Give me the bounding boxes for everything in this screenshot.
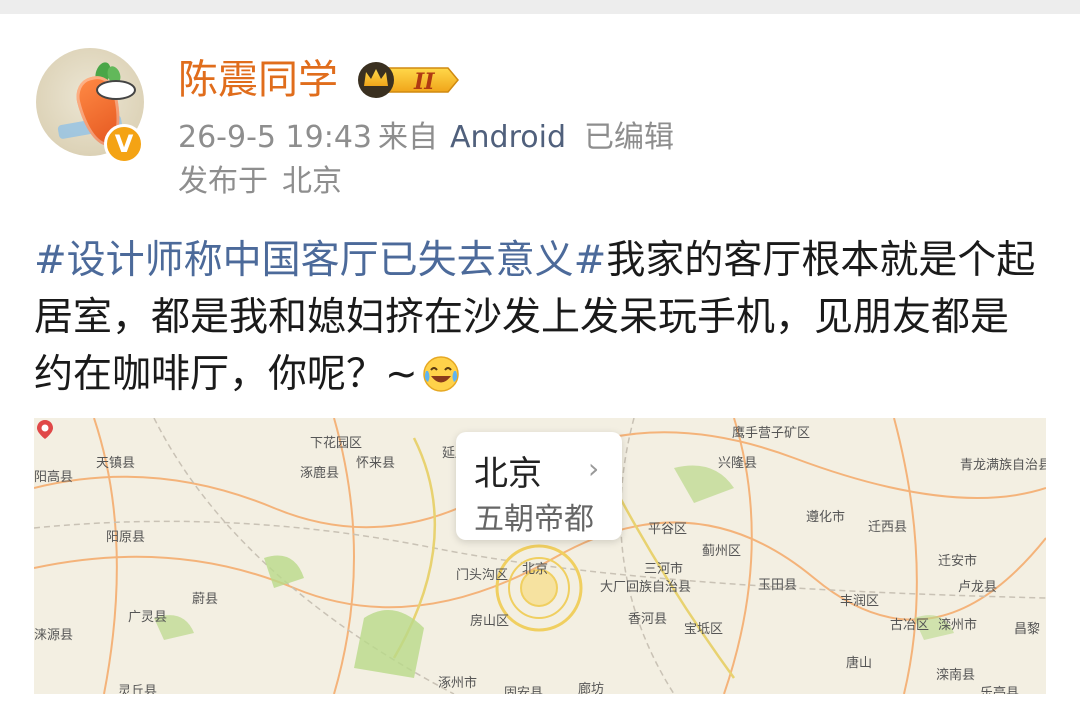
- location-card-title: 北京: [474, 454, 542, 494]
- hashtag-link[interactable]: #设计师称中国客厅已失去意义#: [34, 238, 606, 283]
- map-place: 丰润区: [840, 594, 880, 609]
- map-place: 大厂回族自治县: [600, 580, 692, 595]
- map-place: 香河县: [628, 612, 668, 627]
- location-prefix: 发布于: [178, 164, 268, 199]
- map-place: 滦州市: [938, 618, 978, 633]
- post-location: 北京: [282, 164, 342, 199]
- username[interactable]: 陈震同学: [178, 52, 338, 108]
- map-place: 迁西县: [868, 520, 908, 535]
- map-place: 平谷区: [648, 522, 688, 537]
- map-place: 鹰手营子矿区: [732, 426, 811, 441]
- location-map[interactable]: 阳高县 天镇县 下花园区 怀来县 涿鹿县 延庆 兴隆县 鹰手营子矿区 青龙满族自…: [34, 418, 1046, 694]
- map-place: 北京: [522, 562, 549, 577]
- map-place: 三河市: [644, 562, 684, 577]
- location-card-subtitle: 五朝帝都: [474, 502, 594, 537]
- map-place: 滦南县: [936, 668, 976, 683]
- map-place: 蔚县: [192, 592, 219, 607]
- map-place: 青龙满族自治县: [960, 458, 1046, 473]
- map-place: 涞源县: [34, 628, 74, 643]
- map-place: 灵丘县: [118, 684, 158, 694]
- map-place: 廊坊: [578, 682, 605, 694]
- map-place: 唐山: [846, 656, 873, 671]
- map-place: 广灵县: [128, 610, 168, 625]
- map-pin-icon: [37, 420, 53, 439]
- map-place: 涿鹿县: [300, 466, 340, 481]
- map-place: 迁安市: [938, 554, 978, 569]
- map-place: 乐亭县: [980, 686, 1020, 694]
- crown-member-icon[interactable]: II: [356, 60, 460, 100]
- verified-v-icon: V: [104, 124, 144, 164]
- map-place: 昌黎: [1014, 622, 1041, 637]
- member-level-label: II: [413, 69, 435, 95]
- map-place: 遵化市: [806, 510, 846, 525]
- chevron-right-icon: ›: [588, 452, 600, 485]
- laughing-tears-emoji: [422, 356, 459, 392]
- map-place: 阳原县: [106, 530, 146, 545]
- map-place: 怀来县: [356, 456, 396, 471]
- post-timestamp: 26-9-5 19:43: [178, 120, 372, 155]
- map-place: 房山区: [470, 614, 510, 629]
- post-source-label: 来自: [378, 120, 438, 155]
- map-place: 蓟州区: [702, 544, 742, 559]
- map-place: 门头沟区: [456, 568, 509, 583]
- map-place: 固安县: [504, 686, 544, 694]
- map-place: 天镇县: [96, 456, 136, 471]
- status-strip: [0, 0, 1080, 14]
- map-place: 下花园区: [310, 436, 363, 451]
- map-place: 卢龙县: [958, 580, 998, 595]
- post-body: #设计师称中国客厅已失去意义#我家的客厅根本就是个起居室，都是我和媳妇挤在沙发上…: [34, 232, 1046, 403]
- map-place: 兴隆县: [718, 456, 758, 471]
- map-place: 宝坻区: [684, 622, 724, 637]
- map-place: 涿州市: [438, 676, 478, 691]
- post-device[interactable]: Android: [450, 118, 566, 158]
- map-place: 玉田县: [758, 578, 798, 593]
- map-place: 阳高县: [34, 470, 74, 485]
- location-card[interactable]: 北京 › 五朝帝都: [456, 432, 622, 540]
- edited-label[interactable]: 已编辑: [584, 118, 674, 158]
- map-place: 古冶区: [890, 618, 930, 633]
